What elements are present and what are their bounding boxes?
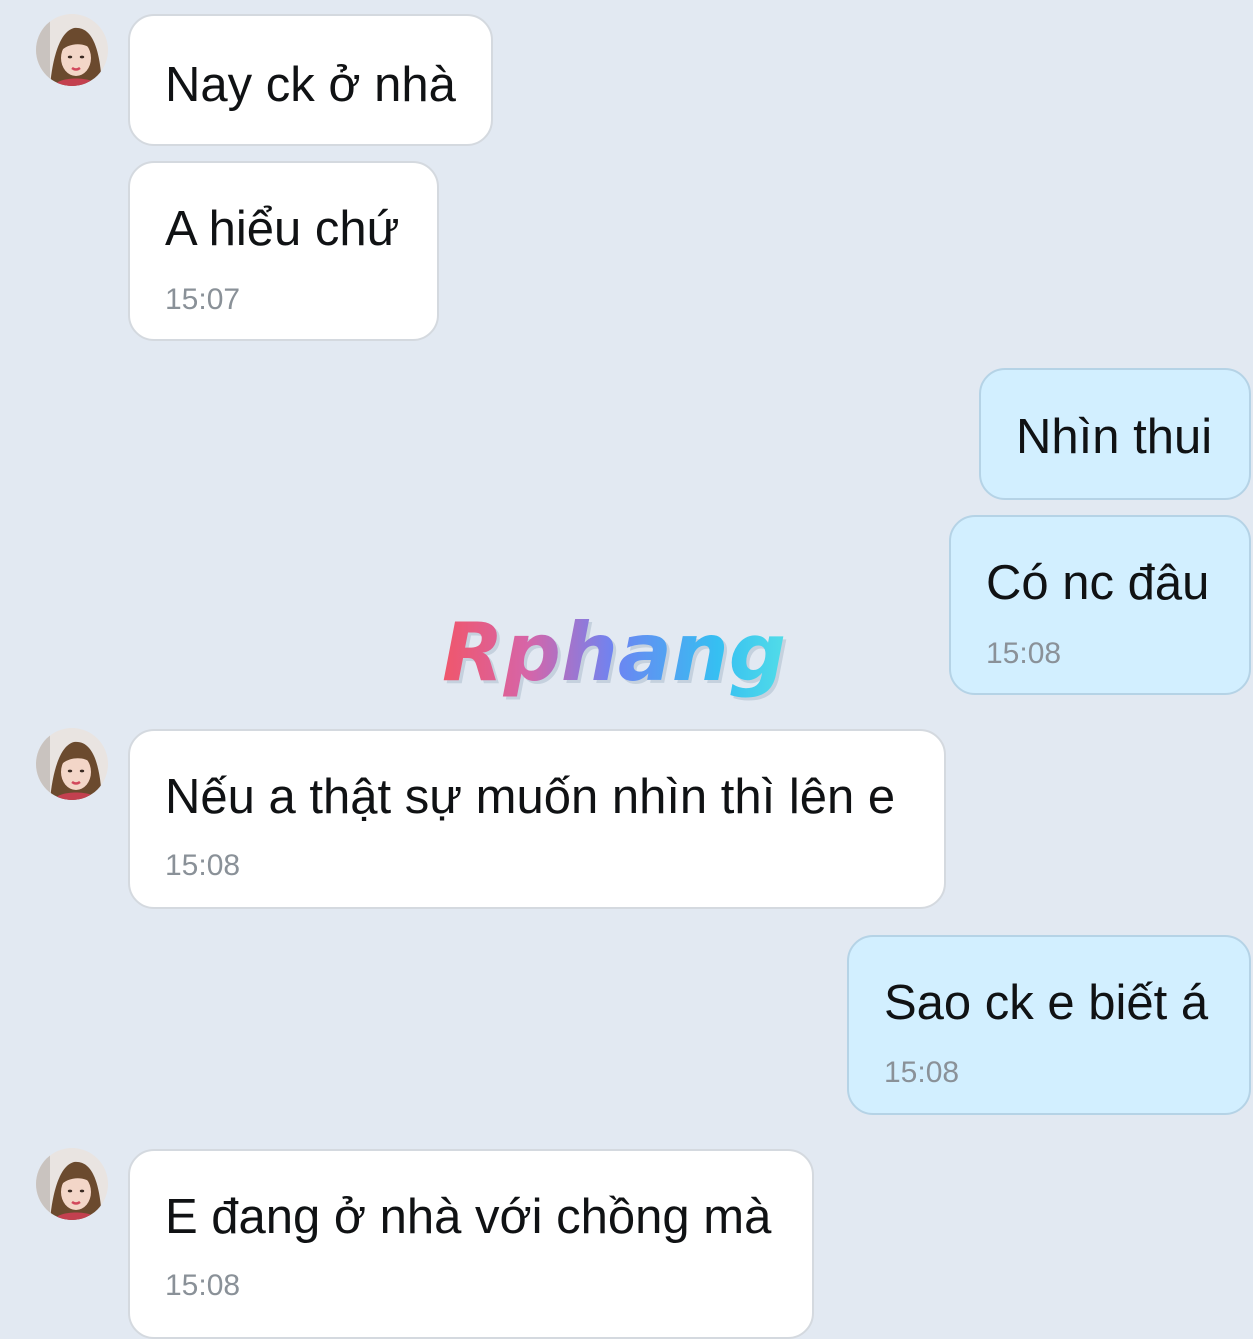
svg-text:Rphang: Rphang	[442, 606, 786, 699]
message-bubble-incoming[interactable]: E đang ở nhà với chồng mà 15:08	[128, 1149, 814, 1339]
message-bubble-incoming[interactable]: Nay ck ở nhà	[128, 14, 493, 146]
message-text: A hiểu chứ	[165, 202, 400, 256]
contact-avatar[interactable]	[36, 1148, 108, 1220]
avatar-photo	[36, 1148, 108, 1220]
message-text: Nay ck ở nhà	[165, 58, 456, 112]
message-text: E đang ở nhà với chồng mà	[165, 1190, 772, 1244]
message-bubble-outgoing[interactable]: Có nc đâu 15:08	[949, 515, 1251, 695]
contact-avatar[interactable]	[36, 728, 108, 800]
message-text: Nếu a thật sự muốn nhìn thì lên e	[165, 770, 896, 824]
watermark-logo: Rphang Rphang	[436, 606, 820, 715]
message-bubble-incoming[interactable]: Nếu a thật sự muốn nhìn thì lên e 15:08	[128, 729, 946, 909]
avatar-photo	[36, 728, 108, 800]
message-bubble-incoming[interactable]: A hiểu chứ 15:07	[128, 161, 439, 341]
message-timestamp: 15:07	[165, 283, 241, 316]
message-text: Nhìn thui	[1016, 410, 1213, 464]
message-timestamp: 15:08	[986, 637, 1062, 670]
message-text: Có nc đâu	[986, 556, 1210, 610]
message-bubble-outgoing[interactable]: Nhìn thui	[979, 368, 1251, 500]
message-timestamp: 15:08	[165, 1269, 241, 1302]
message-bubble-outgoing[interactable]: Sao ck e biết á 15:08	[847, 935, 1251, 1115]
avatar-photo	[36, 14, 108, 86]
message-text: Sao ck e biết á	[884, 976, 1209, 1030]
message-timestamp: 15:08	[165, 849, 241, 882]
contact-avatar[interactable]	[36, 14, 108, 86]
message-timestamp: 15:08	[884, 1056, 960, 1089]
